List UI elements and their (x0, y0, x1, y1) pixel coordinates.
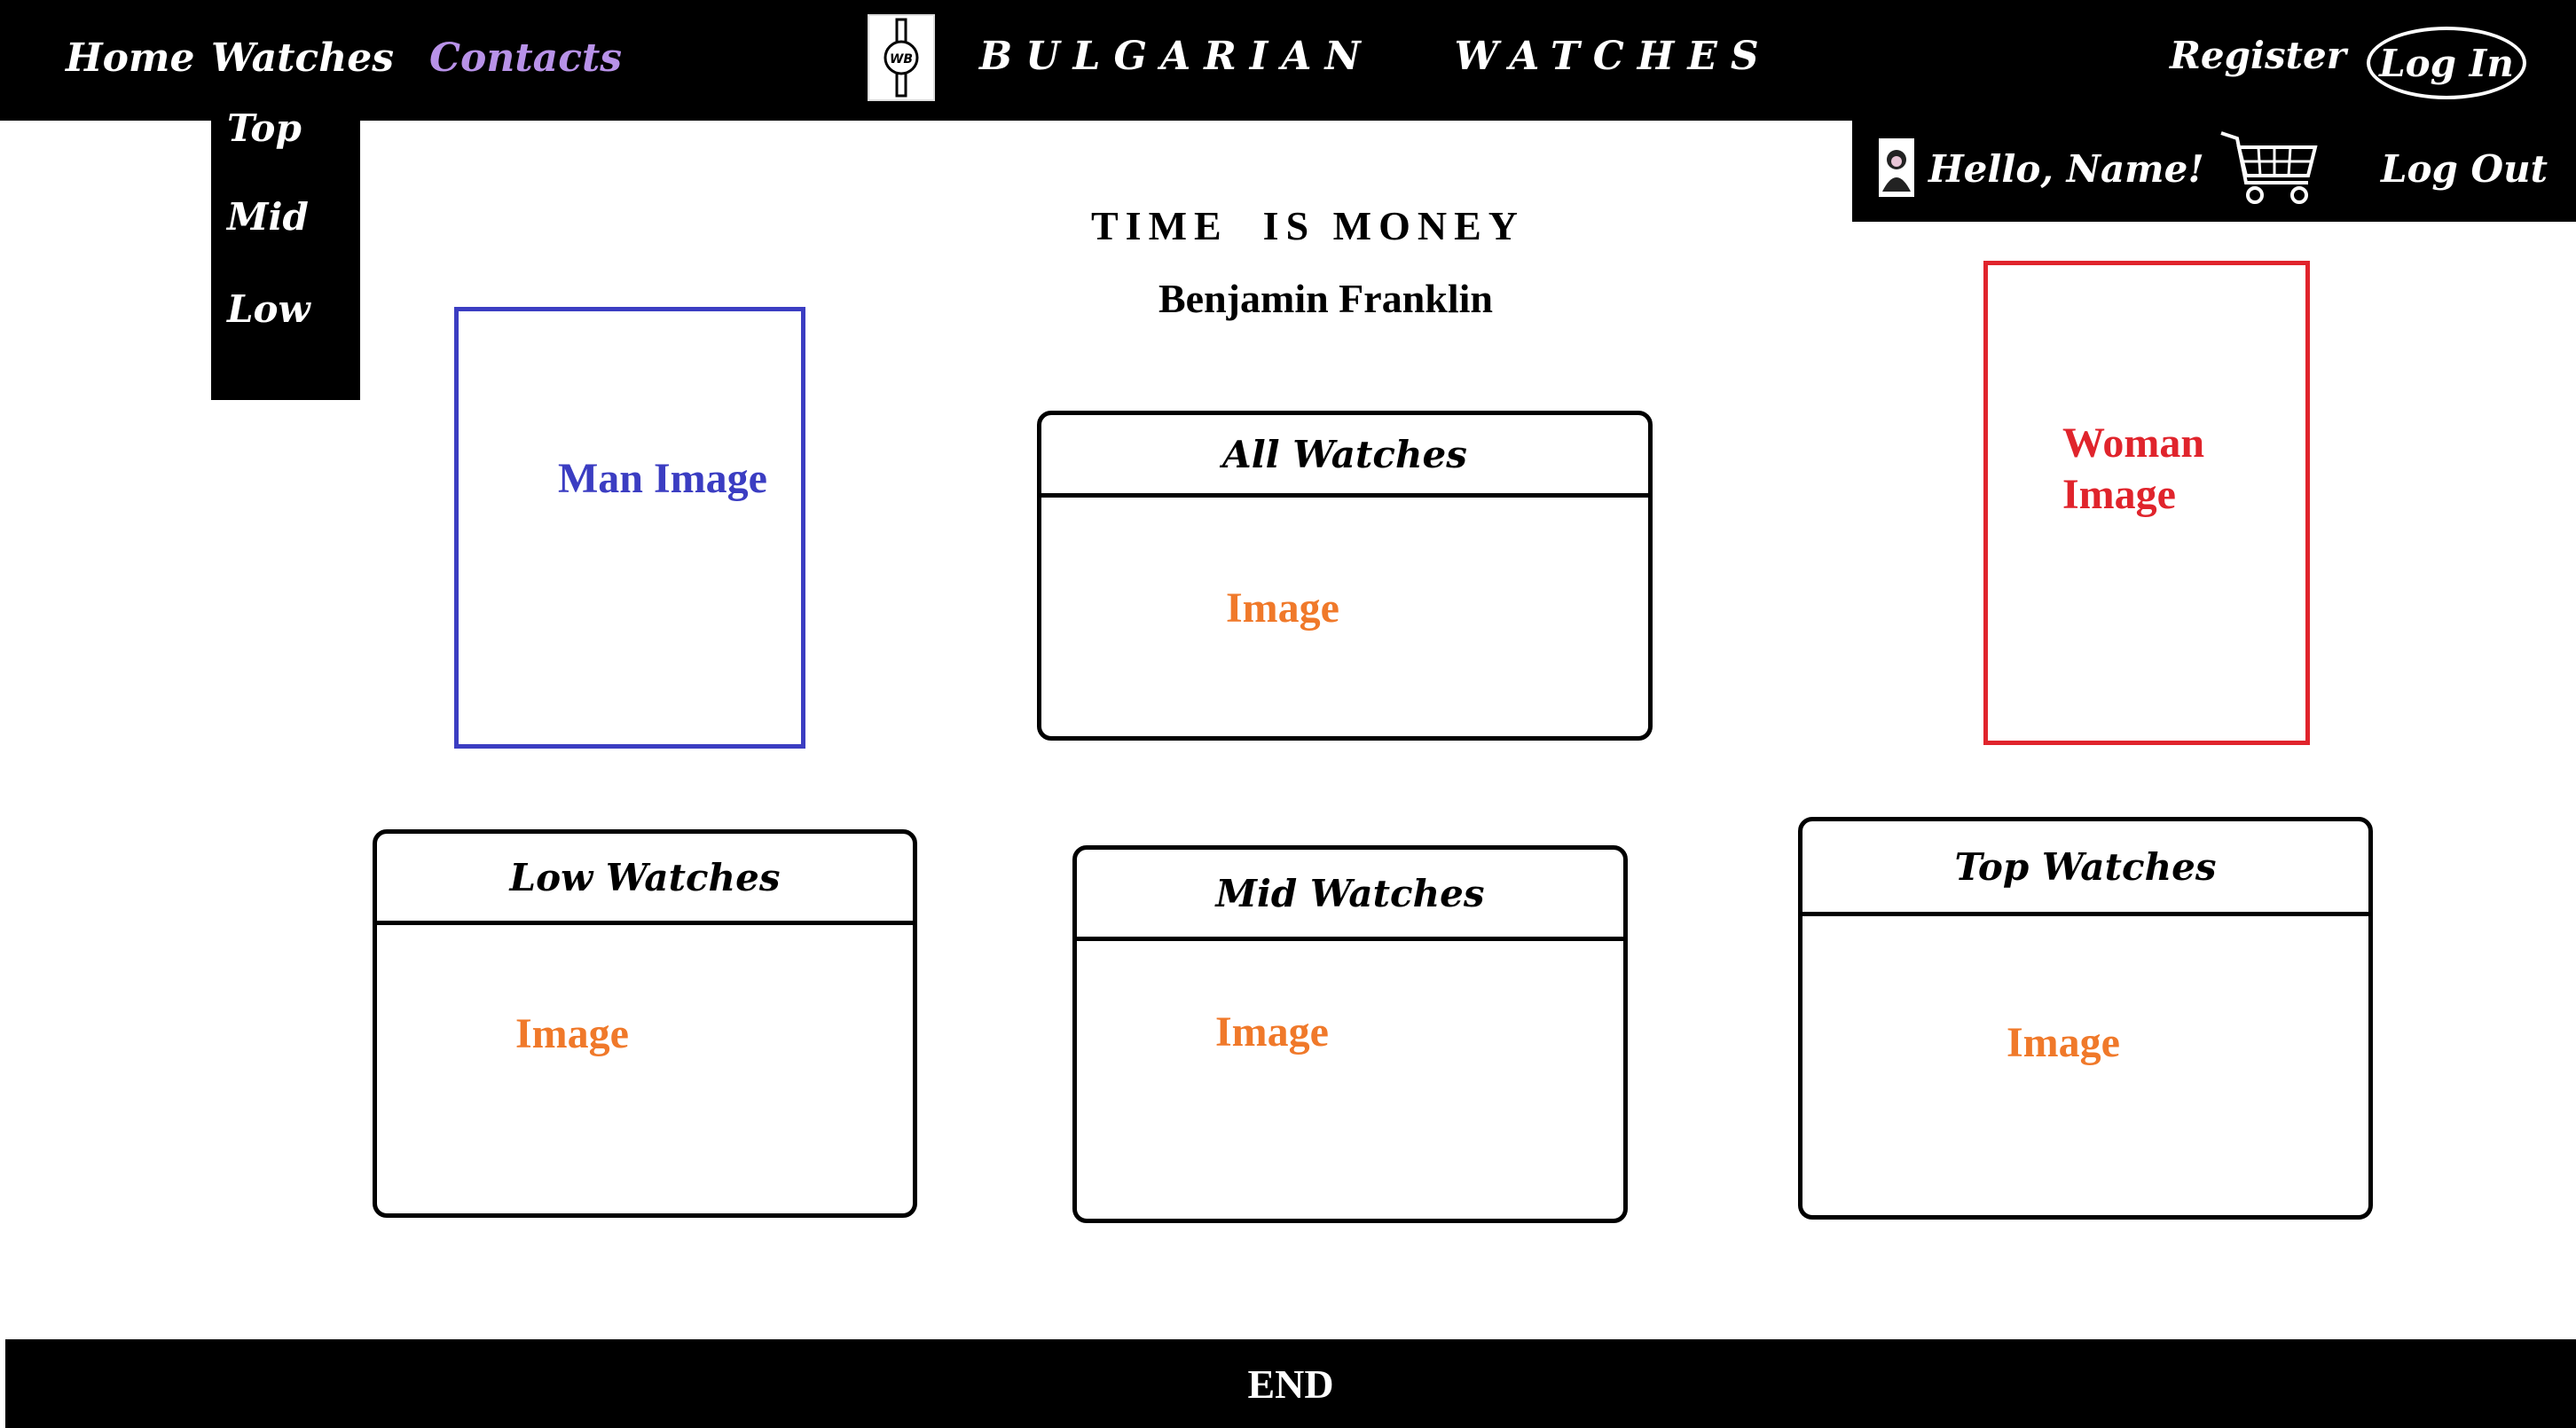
nav-watches-link[interactable]: Watches (211, 35, 394, 81)
dropdown-item-top[interactable]: Top (227, 106, 302, 150)
woman-image-label: Woman Image (2062, 420, 2205, 518)
greeting-text: Hello, Name! (1928, 147, 2204, 191)
card-title: Mid Watches (1077, 850, 1623, 941)
user-avatar-icon (1879, 138, 1914, 197)
man-image-placeholder[interactable]: Man Image (454, 307, 805, 749)
watch-logo-icon: WB (884, 18, 919, 98)
quote-text: TIME IS MONEY (1091, 203, 1525, 248)
logo[interactable]: WB (868, 14, 935, 101)
register-link[interactable]: Register (2170, 34, 2346, 77)
nav-home-link[interactable]: Home (66, 35, 194, 81)
card-image-placeholder: Image (1226, 585, 1339, 632)
top-watches-card[interactable]: Top Watches Image (1798, 817, 2373, 1220)
low-watches-card[interactable]: Low Watches Image (373, 829, 917, 1218)
card-image-placeholder: Image (2007, 1019, 2120, 1066)
footer-text: END (1247, 1361, 1334, 1407)
quote-author: Benjamin Franklin (1158, 276, 1494, 321)
user-panel: Hello, Name! Log Out (1852, 121, 2576, 222)
card-image-placeholder: Image (515, 1010, 629, 1057)
logo-text: WB (890, 52, 913, 67)
all-watches-card[interactable]: All Watches Image (1037, 411, 1653, 741)
woman-image-placeholder[interactable]: Woman Image (1983, 261, 2310, 745)
dropdown-item-low[interactable]: Low (227, 287, 310, 331)
logout-link[interactable]: Log Out (2381, 147, 2548, 191)
login-label: Log In (2379, 41, 2514, 85)
card-title: All Watches (1041, 415, 1648, 498)
top-nav-bar: Home Watches Contacts WB BULGARIAN WATCH… (0, 0, 2576, 121)
man-image-label: Man Image (558, 455, 767, 502)
card-title: Top Watches (1802, 821, 2368, 916)
footer: END (5, 1339, 2576, 1428)
card-title: Low Watches (377, 834, 913, 925)
site-title: BULGARIAN WATCHES (979, 34, 1772, 79)
shopping-cart-icon[interactable] (2216, 121, 2319, 209)
watches-dropdown-menu: Top Mid Low (211, 106, 360, 400)
login-button[interactable]: Log In (2367, 27, 2526, 99)
card-image-placeholder: Image (1215, 1008, 1329, 1055)
dropdown-item-mid[interactable]: Mid (227, 195, 309, 239)
mid-watches-card[interactable]: Mid Watches Image (1072, 845, 1628, 1223)
nav-contacts-link[interactable]: Contacts (429, 35, 622, 81)
